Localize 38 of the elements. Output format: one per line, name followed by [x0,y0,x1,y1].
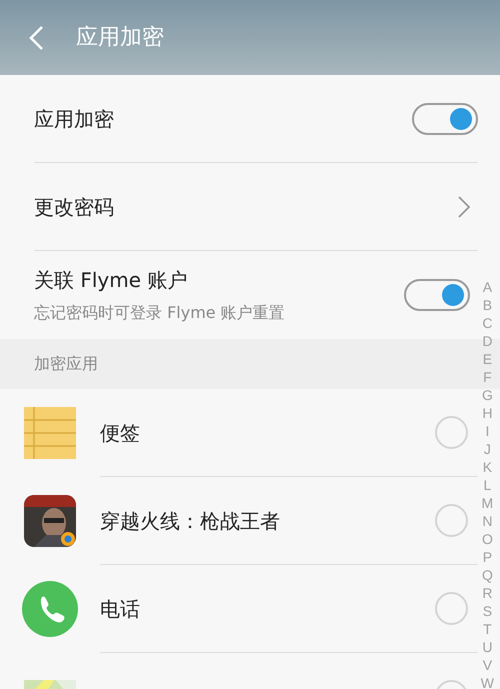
setting-label: 应用加密 [34,106,115,132]
app-name: 穿越火线：枪战王者 [100,508,281,534]
index-letter[interactable]: O [482,530,493,548]
index-letter[interactable]: E [482,350,492,368]
toggle-switch[interactable] [412,102,478,134]
index-letter[interactable]: A [482,278,492,296]
index-letter[interactable]: L [483,476,492,494]
index-letter[interactable]: G [482,386,493,404]
index-letter[interactable]: P [482,548,492,566]
index-letter[interactable]: W [480,674,494,689]
index-letter[interactable]: N [482,512,492,530]
setting-description: 忘记密码时可登录 Flyme 账户重置 [34,302,286,324]
index-letter[interactable]: I [485,422,490,440]
index-letter[interactable]: T [483,620,492,638]
index-letter[interactable]: K [482,458,492,476]
section-title: 加密应用 [34,353,98,375]
index-letter[interactable]: F [483,368,492,386]
index-letter[interactable]: C [482,314,492,332]
notepad-icon [24,407,76,459]
app-name: 便签 [100,420,141,446]
setting-label: 更改密码 [34,194,115,220]
index-letter[interactable]: M [482,494,494,512]
index-letter[interactable]: B [482,296,492,314]
index-letter[interactable]: D [482,332,492,350]
app-name: 电话 [100,596,141,622]
index-letter[interactable]: R [482,584,492,602]
index-letter[interactable]: V [482,656,492,674]
index-letter[interactable]: H [482,404,492,422]
index-letter[interactable]: Q [482,566,493,584]
index-letter[interactable]: U [482,638,492,656]
index-letter[interactable]: S [482,602,492,620]
phone-icon [22,581,78,637]
page-title: 应用加密 [76,24,164,52]
chevron-right-icon[interactable] [458,196,470,218]
back-icon[interactable] [28,24,44,50]
toggle-switch[interactable] [404,279,470,311]
setting-label: 关联 Flyme 账户 [34,267,188,294]
index-letter[interactable]: J [484,440,491,458]
